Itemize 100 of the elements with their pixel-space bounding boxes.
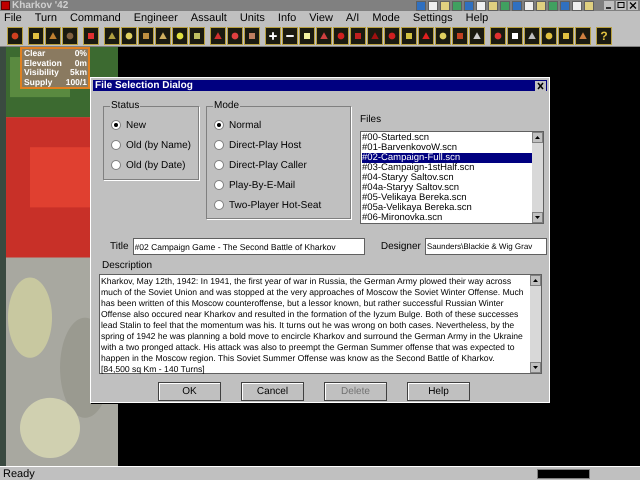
close-icon[interactable] bbox=[628, 1, 638, 10]
toolbar-button[interactable] bbox=[265, 26, 281, 44]
radio-button[interactable] bbox=[111, 120, 121, 130]
toolbar-button[interactable] bbox=[62, 26, 78, 44]
radio-option[interactable]: New bbox=[111, 118, 198, 132]
toolbar-button[interactable] bbox=[507, 26, 523, 44]
menu-item[interactable]: Help bbox=[466, 12, 488, 24]
menu-item[interactable]: Assault bbox=[190, 12, 227, 24]
toolbar-button[interactable] bbox=[541, 26, 557, 44]
toolbar-button[interactable] bbox=[155, 26, 171, 44]
menu-item[interactable]: A/I bbox=[346, 12, 360, 24]
toolbar-button[interactable] bbox=[121, 26, 137, 44]
toolbar-button[interactable] bbox=[384, 26, 400, 44]
toolbar-button[interactable] bbox=[469, 26, 485, 44]
toolbar-button[interactable] bbox=[524, 26, 540, 44]
menu-item[interactable]: Turn bbox=[34, 12, 57, 24]
menu-item[interactable]: Engineer bbox=[134, 12, 178, 24]
radio-option[interactable]: Direct-Play Host bbox=[214, 138, 350, 152]
radio-button[interactable] bbox=[111, 140, 121, 150]
toolbar-button[interactable] bbox=[367, 26, 383, 44]
toolbar-button[interactable] bbox=[138, 26, 154, 44]
toolbar-button[interactable] bbox=[575, 26, 591, 44]
menu-item[interactable]: Settings bbox=[412, 12, 453, 24]
dialog-button[interactable]: Cancel bbox=[241, 382, 304, 401]
radio-option[interactable]: Old (by Name) bbox=[111, 138, 198, 152]
scroll-up-icon[interactable] bbox=[533, 279, 538, 282]
radio-label: Direct-Play Caller bbox=[229, 158, 307, 172]
dialog-button[interactable]: OK bbox=[158, 382, 221, 401]
menu-item[interactable]: Mode bbox=[372, 12, 400, 24]
radio-button[interactable] bbox=[214, 140, 224, 150]
scroll-up-icon[interactable] bbox=[535, 136, 540, 139]
menu-item[interactable]: File bbox=[4, 12, 22, 24]
radio-option[interactable]: Two-Player Hot-Seat bbox=[214, 198, 350, 212]
toolbar-button[interactable] bbox=[490, 26, 506, 44]
toolbar-button[interactable] bbox=[558, 26, 574, 44]
app-icon bbox=[1, 1, 10, 10]
radio-option[interactable]: Direct-Play Caller bbox=[214, 158, 350, 172]
toolbar-button[interactable] bbox=[299, 26, 315, 44]
toolbar-button[interactable] bbox=[83, 26, 99, 44]
radio-button[interactable] bbox=[214, 160, 224, 170]
toolbar-button[interactable] bbox=[350, 26, 366, 44]
scrollbar[interactable] bbox=[530, 275, 541, 373]
toolbar-button[interactable] bbox=[104, 26, 120, 44]
description-label: Description bbox=[101, 260, 154, 272]
list-item[interactable]: #04-Staryy Saltov.scn bbox=[362, 173, 532, 183]
radio-option[interactable]: Old (by Date) bbox=[111, 158, 198, 172]
list-item[interactable]: #06-Mironovka.scn bbox=[362, 213, 532, 223]
close-icon[interactable] bbox=[535, 80, 546, 90]
terrain-label: Visibility bbox=[24, 68, 59, 78]
minimize-icon[interactable] bbox=[604, 1, 614, 10]
tool-icon bbox=[47, 30, 59, 42]
toolbar-button[interactable] bbox=[227, 26, 243, 44]
maximize-icon[interactable] bbox=[616, 1, 626, 10]
radio-button[interactable] bbox=[214, 180, 224, 190]
toolbar-button[interactable] bbox=[316, 26, 332, 44]
tool-icon bbox=[492, 30, 504, 42]
scrollbar[interactable] bbox=[532, 132, 543, 223]
menu-item[interactable]: Info bbox=[278, 12, 296, 24]
dialog-button[interactable]: Help bbox=[407, 382, 470, 401]
radio-button[interactable] bbox=[214, 200, 224, 210]
menu-item[interactable]: View bbox=[309, 12, 333, 24]
toolbar-button[interactable] bbox=[452, 26, 468, 44]
list-item[interactable]: #04a-Staryy Saltov.scn bbox=[362, 183, 532, 193]
scroll-down-icon[interactable] bbox=[535, 216, 540, 219]
toolbar-button[interactable] bbox=[282, 26, 298, 44]
radio-button[interactable] bbox=[111, 160, 121, 170]
menu-item[interactable]: Command bbox=[70, 12, 121, 24]
designer-field[interactable]: Saunders\Blackie & Wig Grav bbox=[424, 238, 547, 255]
radio-button[interactable] bbox=[214, 120, 224, 130]
scroll-down-icon[interactable] bbox=[533, 366, 538, 369]
toolbar-button[interactable] bbox=[401, 26, 417, 44]
radio-option[interactable]: Play-By-E-Mail bbox=[214, 178, 350, 192]
tool-icon bbox=[543, 30, 555, 42]
tool-icon bbox=[212, 30, 224, 42]
toolbar-button[interactable] bbox=[172, 26, 188, 44]
toolbar-button[interactable] bbox=[28, 26, 44, 44]
title-field[interactable]: #02 Campaign Game - The Second Battle of Kharkov bbox=[132, 238, 365, 255]
tool-icon bbox=[229, 30, 241, 42]
toolbar-button[interactable] bbox=[244, 26, 260, 44]
radio-label: Play-By-E-Mail bbox=[229, 178, 296, 192]
list-item[interactable]: #05-Velikaya Bereka.scn bbox=[362, 193, 532, 203]
tool-icon bbox=[157, 30, 169, 42]
list-item[interactable]: #00-Started.scn bbox=[362, 133, 532, 143]
toolbar-button[interactable] bbox=[189, 26, 205, 44]
list-item[interactable]: #05a-Velikaya Bereka.scn bbox=[362, 203, 532, 213]
toolbar-button[interactable] bbox=[435, 26, 451, 44]
toolbar-button[interactable] bbox=[210, 26, 226, 44]
window-title: Kharkov '42 bbox=[12, 0, 68, 10]
list-item[interactable]: #01-BarvenkovoW.scn bbox=[362, 143, 532, 153]
radio-option[interactable]: Normal bbox=[214, 118, 350, 132]
menu-item[interactable]: Units bbox=[240, 12, 265, 24]
radio-label: Direct-Play Host bbox=[229, 138, 302, 152]
toolbar-button[interactable] bbox=[45, 26, 61, 44]
list-item[interactable]: #03-Campaign-1stHalf.scn bbox=[362, 163, 532, 173]
toolbar-button[interactable] bbox=[418, 26, 434, 44]
list-item[interactable]: #02-Campaign-Full.scn bbox=[362, 153, 532, 163]
tool-icon bbox=[9, 30, 21, 42]
toolbar-button[interactable] bbox=[7, 26, 23, 44]
help-button[interactable]: ? bbox=[596, 26, 612, 44]
toolbar-button[interactable] bbox=[333, 26, 349, 44]
